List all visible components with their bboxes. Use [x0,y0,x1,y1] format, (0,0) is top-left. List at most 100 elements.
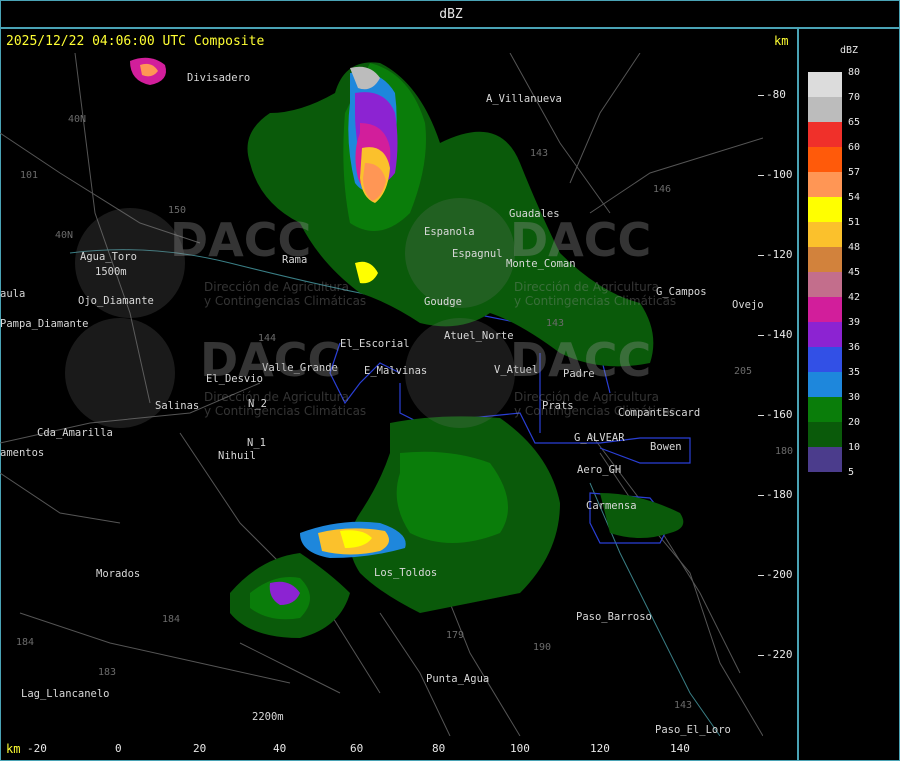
route-number: 184 [162,614,181,625]
watermark-line1: Dirección de Agricultura [514,390,659,404]
legend-label: 36 [848,342,861,353]
route-number: 143 [546,318,565,329]
x-tick-label: 80 [432,742,446,755]
legend-label: 54 [848,192,861,203]
place-label: Carmensa [586,500,637,512]
legend-swatch [808,147,842,172]
legend-label: 51 [848,217,861,228]
legend-swatch [808,297,842,322]
place-label: E_Malvinas [364,365,428,377]
legend-label: 42 [848,292,861,303]
legend-label: 45 [848,267,861,278]
title-bar: dBZ [0,0,900,28]
place-label: Agua_Toro [80,251,137,263]
legend-label: 30 [848,392,861,403]
watermark-brand: DACC [510,333,652,387]
watermark-line1: Dirección de Agricultura [514,280,659,294]
place-label: 1500m [95,266,127,278]
x-tick-label: -20 [27,742,47,755]
route-number: 143 [674,700,693,711]
legend-swatch [808,272,842,297]
legend-swatch [808,222,842,247]
y-tick-label: -120 [758,248,793,261]
x-tick-label: 100 [510,742,530,755]
place-label: 2200m [252,711,284,723]
place-label: Espagnul [452,248,503,260]
watermark-line2: y Contingencias Climáticas [204,294,367,308]
place-label: A_Villanueva [486,93,562,105]
window-title: dBZ [439,7,463,22]
legend-label: 57 [848,167,861,178]
route-number: 184 [16,637,35,648]
route-number: 101 [20,170,39,181]
timestamp-label: 2025/12/22 04:06:00 UTC Composite [6,34,265,49]
unit-label-bottom: km [6,742,21,756]
unit-label-top: km [774,34,789,48]
place-label: Morados [96,568,141,580]
y-tick-label: -220 [758,648,793,661]
place-label: Punta_Agua [426,673,490,685]
place-label: Nihuil [218,450,256,462]
place-label: Cda_Amarilla [37,427,113,439]
legend-label: 70 [848,92,861,103]
x-tick-label: 40 [273,742,287,755]
legend-swatch [808,322,842,347]
place-label: N_1 [247,437,266,449]
watermark-brand: DACC [170,213,312,267]
place-label: Atuel_Norte [444,330,514,342]
route-number: 205 [734,366,753,377]
x-tick-label: 120 [590,742,610,755]
legend-label: 20 [848,417,861,428]
place-label: Paso_El_Loro [655,724,731,736]
legend-title: dBZ [839,45,859,56]
place-label: El_Escorial [340,338,410,350]
y-tick-label: -180 [758,488,793,501]
y-tick-label: -200 [758,568,793,581]
x-tick-label: 0 [115,742,122,755]
legend-swatch [808,422,842,447]
legend-label: 5 [848,467,855,478]
place-label: Aero_GH [577,464,622,476]
legend-swatch [808,447,842,472]
x-tick-label: 140 [670,742,690,755]
legend-swatch [808,397,842,422]
watermark-brand: DACC [510,213,652,267]
place-label: Lag_Llancanelo [21,688,110,700]
route-number: 179 [446,630,465,641]
route-number: 143 [530,148,549,159]
watermark-line1: Dirección de Agricultura [204,390,349,404]
legend-swatch [808,72,842,97]
legend-label: 80 [848,67,861,78]
route-number: 180 [775,446,794,457]
place-label: Ovejo [732,299,764,311]
watermark-line2: y Contingencias Climáticas [514,404,677,418]
y-tick-label: -100 [758,168,793,181]
place-label: Bowen [650,441,682,453]
legend-swatch [808,122,842,147]
y-tick-label: -160 [758,408,793,421]
legend-swatch [808,247,842,272]
place-label: Salinas [155,400,200,412]
legend-swatch [808,372,842,397]
route-number: 40N [55,230,74,241]
watermark-line2: y Contingencias Climáticas [204,404,367,418]
place-label: Ojo_Diamante [78,295,154,307]
watermark-line2: y Contingencias Climáticas [514,294,677,308]
legend-colorbar [808,72,842,472]
legend-label: 35 [848,367,861,378]
place-label: Divisadero [187,72,251,84]
route-number: 40N [68,114,87,125]
legend-label: 60 [848,142,861,153]
watermark-line1: Dirección de Agricultura [204,280,349,294]
place-label: amentos [0,447,45,459]
legend-label: 65 [848,117,861,128]
x-tick-label: 20 [193,742,207,755]
legend-swatch [808,172,842,197]
x-tick-label: 60 [350,742,364,755]
route-number: 183 [98,667,117,678]
place-label: Goudge [424,296,462,308]
legend-swatch [808,97,842,122]
legend-label: 10 [848,442,861,453]
legend-swatch [808,197,842,222]
y-tick-label: -80 [758,88,786,101]
